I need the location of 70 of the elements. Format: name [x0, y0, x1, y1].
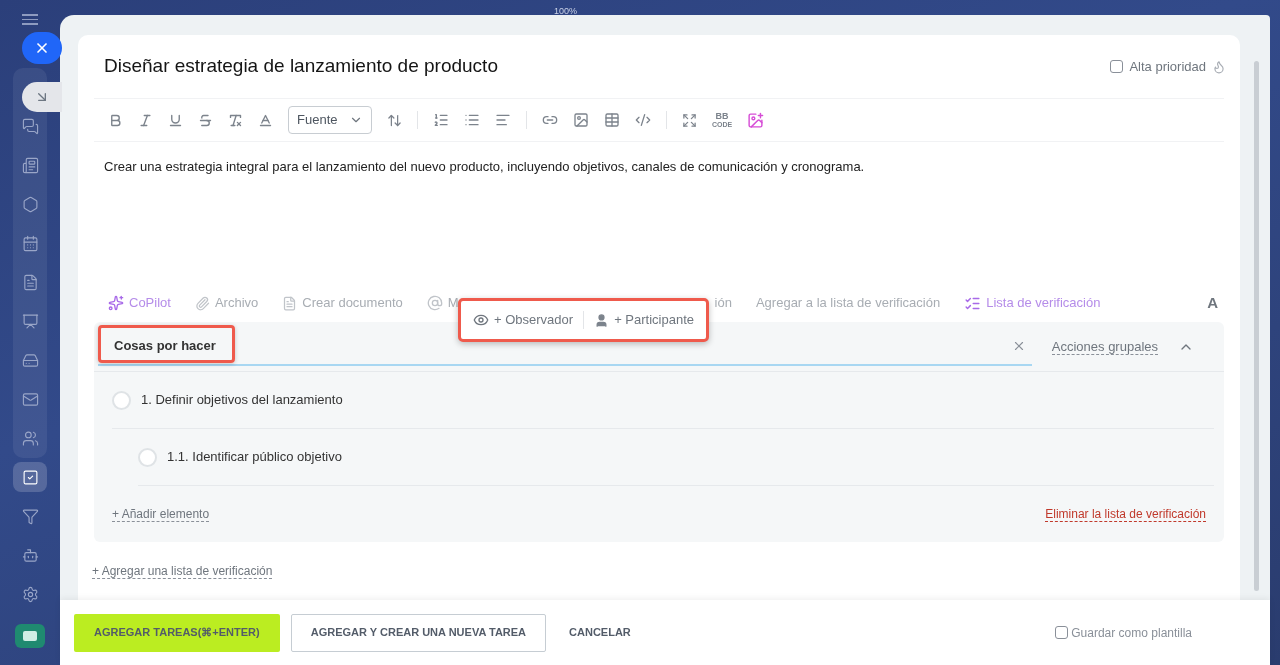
attach-item[interactable]: Lista de verificación [964, 293, 1101, 313]
people-icon [21, 429, 39, 447]
italic-icon[interactable] [138, 112, 153, 128]
priority-label: Alta prioridad [1129, 57, 1206, 76]
numbered-list-icon[interactable] [433, 112, 449, 128]
at-icon [426, 295, 443, 311]
strikethrough-icon[interactable] [198, 112, 213, 128]
checklist-title-field[interactable]: Cosas por hacer [98, 327, 1032, 366]
footer-button[interactable]: AGREGAR TAREAS(⌘+ENTER) [74, 613, 280, 652]
attach-item[interactable]: Crear documento [282, 293, 403, 313]
image-icon[interactable] [573, 112, 589, 128]
bullet-list-icon[interactable] [464, 112, 480, 128]
sidebar-item[interactable] [13, 462, 47, 492]
paperclip-icon [194, 295, 210, 311]
group-actions-link[interactable]: Acciones grupales [1051, 338, 1158, 355]
font-size-icon[interactable] [387, 112, 402, 128]
role-option[interactable]: + Participante [594, 310, 694, 330]
add-item-link[interactable]: + Añadir elemento [112, 506, 210, 522]
settings-icon [21, 585, 39, 603]
fullscreen-icon[interactable] [682, 112, 697, 128]
scrollbar[interactable] [1254, 61, 1259, 591]
item-text: 1. Definir objetivos del lanzamiento [141, 391, 343, 410]
close-icon [34, 40, 50, 56]
delete-checklist-link[interactable]: Eliminar la lista de verificación [1045, 506, 1206, 522]
app-icon[interactable] [15, 623, 45, 648]
hexagon-icon [21, 195, 39, 213]
format-button[interactable]: A [1207, 291, 1218, 315]
text-color-icon[interactable] [258, 112, 273, 128]
presentation-icon [21, 312, 39, 330]
add-checklist-link[interactable]: + Agregar una lista de verificación [92, 564, 273, 579]
clear-format-icon[interactable] [228, 112, 243, 128]
minimize-button[interactable] [22, 82, 62, 112]
item-checkbox[interactable] [112, 390, 131, 410]
document-icon [21, 273, 39, 291]
item-checkbox[interactable] [138, 447, 157, 467]
funnel-icon [21, 507, 39, 525]
close-button[interactable] [22, 32, 62, 64]
chat-icon [21, 117, 39, 135]
description-text: Crear una estrategia integral para el lanzamiento del nuevo producto, incluyendo objetivos, canales de comunicación y cronograma. [104, 159, 865, 174]
font-select[interactable]: Fuente [288, 106, 372, 134]
attach-item[interactable]: M [426, 293, 459, 313]
footer-button[interactable]: AGREGAR Y CREAR UNA NUEVA TAREA [290, 613, 547, 652]
document-icon [282, 295, 298, 311]
newspaper-icon [21, 156, 39, 174]
table-icon[interactable] [604, 112, 620, 128]
align-left-icon[interactable] [495, 112, 511, 128]
menu-icon[interactable] [22, 14, 38, 25]
template-checkbox[interactable] [1055, 626, 1069, 639]
task-title: Diseñar estrategia de lanzamiento de producto [104, 54, 498, 79]
template-label: Guardar como plantilla [1071, 624, 1192, 642]
zoom-label: 100% [554, 5, 578, 18]
item-text: 1.1. Identificar público objetivo [167, 448, 342, 467]
attach-item[interactable]: Agregar a la lista de verificación [755, 293, 941, 313]
eye-icon [473, 312, 489, 328]
priority-checkbox[interactable] [1110, 60, 1124, 73]
person-icon [594, 312, 610, 328]
robot-icon [21, 546, 39, 564]
flame-icon [1212, 59, 1226, 74]
underline-icon[interactable] [168, 112, 183, 128]
attach-item[interactable]: Archivo [194, 293, 259, 313]
code-icon[interactable] [635, 112, 651, 128]
role-option[interactable]: + Observador [473, 310, 574, 330]
checkbox-icon [21, 468, 39, 486]
footer-button[interactable]: CANCELAR [557, 613, 643, 652]
bold-icon[interactable] [108, 112, 123, 128]
attach-item[interactable]: CoPilot [108, 293, 171, 313]
mail-icon [21, 390, 39, 408]
image-plus-icon[interactable] [747, 111, 765, 129]
drive-icon [21, 351, 39, 369]
calendar-icon [21, 234, 39, 252]
